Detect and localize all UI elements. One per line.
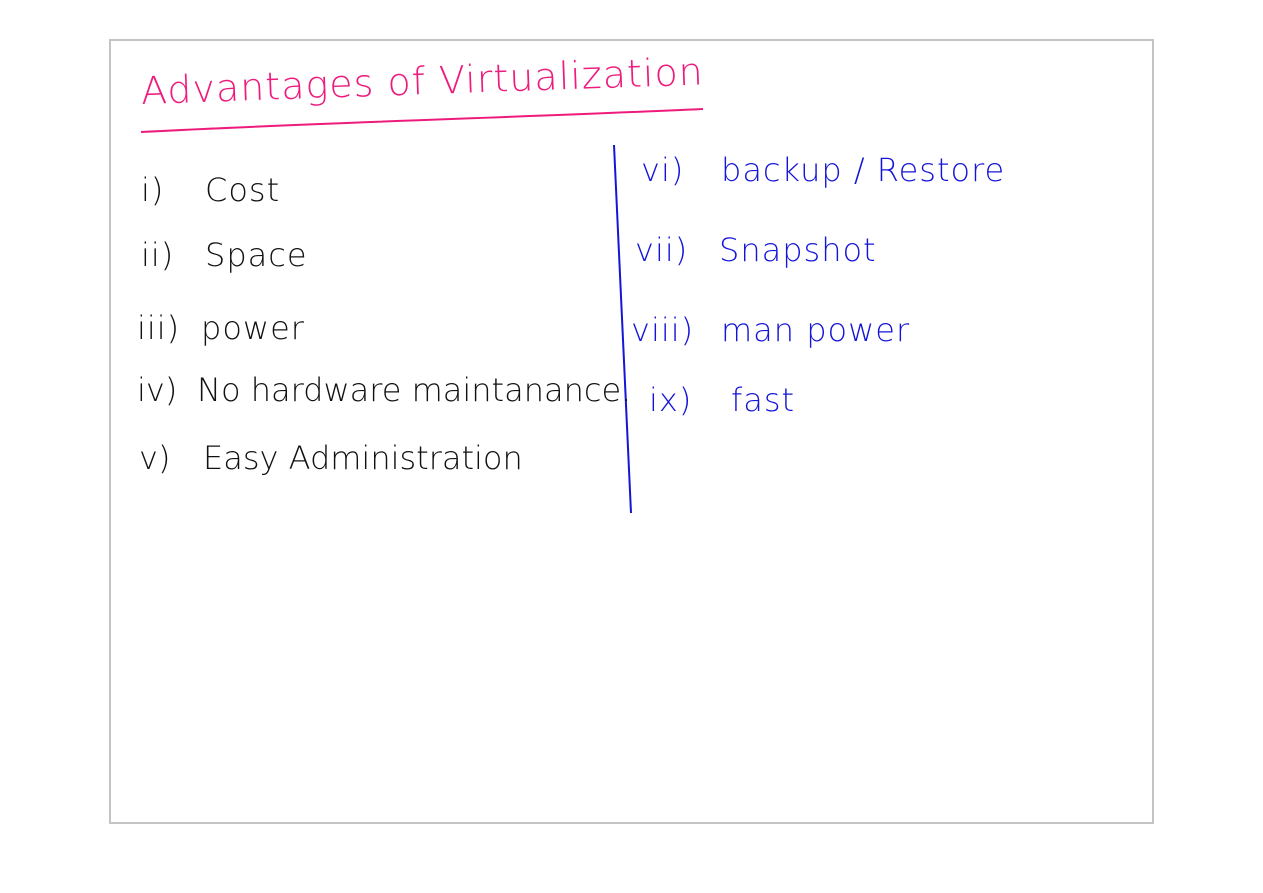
item-number: vii) xyxy=(635,231,689,269)
item-label: man power xyxy=(721,311,911,349)
item-number: iv) xyxy=(137,371,178,409)
list-item: vi) backup / Restore xyxy=(641,151,1005,189)
list-item: iv) No hardware maintanance. xyxy=(137,371,631,409)
item-label: backup / Restore xyxy=(721,151,1006,189)
list-item: vii) Snapshot xyxy=(635,231,877,269)
list-item: ix) fast xyxy=(649,381,795,419)
item-number: ix) xyxy=(649,381,693,419)
list-item: i) Cost xyxy=(141,171,280,209)
whiteboard-page: Advantages of Virtualization i) Cost ii) S… xyxy=(109,39,1154,824)
list-item: v) Easy Administration xyxy=(139,439,523,477)
item-label: No hardware maintanance. xyxy=(197,371,632,409)
item-label: Cost xyxy=(205,171,281,209)
list-item: ii) Space xyxy=(141,236,308,274)
item-label: fast xyxy=(731,381,796,419)
item-number: vi) xyxy=(641,151,685,189)
item-label: Snapshot xyxy=(719,231,877,269)
title-underline xyxy=(140,108,704,133)
column-divider xyxy=(613,144,632,514)
item-label: Space xyxy=(205,236,308,274)
item-number: v) xyxy=(139,439,171,477)
list-item: viii) man power xyxy=(631,311,910,349)
item-number: viii) xyxy=(631,311,695,349)
list-item: iii) power xyxy=(137,309,305,347)
item-number: iii) xyxy=(137,309,181,347)
item-number: ii) xyxy=(141,236,175,274)
item-number: i) xyxy=(141,171,165,209)
item-label: Easy Administration xyxy=(203,439,523,477)
item-label: power xyxy=(201,309,305,347)
